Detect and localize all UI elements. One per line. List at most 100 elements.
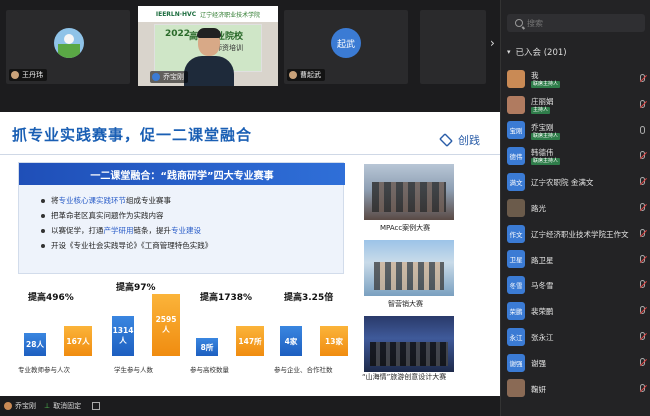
participant-list: 我联席主持人 庄丽娟 主持人 宝刚 乔宝刚 联席主持人 德伟 韩德伟 联席主持人 满文 辽宁农职院 … (501, 66, 650, 401)
pin-icon: ⊥ (44, 402, 51, 410)
title-divider (0, 154, 500, 155)
logo-text: 创践 (458, 134, 480, 147)
mic-icon[interactable] (640, 74, 645, 82)
speaker-banner: IEERLN·HVC 辽宁经济职业技术学院 (138, 6, 278, 22)
mic-icon[interactable] (640, 331, 645, 340)
list-item[interactable]: 冬雪 马冬雪 (501, 272, 650, 298)
shared-screen-slide: 抓专业实践赛事，促一二课堂融合 创践 一二课堂融合：“践商研学”四大专业赛事 将… (0, 112, 500, 396)
bar-after: 2595人 (152, 294, 180, 356)
list-item[interactable]: 卫星 路卫星 (501, 247, 650, 273)
list-item[interactable]: 谢强 谢强 (501, 350, 650, 376)
joined-group-header[interactable]: ▾ 已入会 (201) (507, 46, 567, 58)
mic-icon[interactable] (640, 383, 645, 392)
mic-icon[interactable] (640, 228, 645, 237)
list-item[interactable]: 荣鹏 裴荣鹏 (501, 298, 650, 324)
mic-icon[interactable] (640, 99, 645, 108)
member-controls (640, 280, 645, 289)
person-icon (11, 71, 19, 79)
role-badge: 主持人 (531, 106, 551, 114)
list-item[interactable]: 宝刚 乔宝刚 联席主持人 (501, 118, 650, 144)
chevron-right-icon[interactable]: › (490, 36, 495, 50)
list-item[interactable]: 路光 (501, 195, 650, 221)
mic-icon[interactable] (640, 151, 645, 160)
avatar (507, 95, 525, 114)
member-controls (640, 99, 645, 108)
member-name: 乔宝刚 (531, 122, 554, 132)
bullet-highlight: 专业核心课实践环节 (58, 196, 127, 205)
stat-caption: 学生参与人数 (114, 366, 153, 374)
avatar: 起武 (331, 28, 361, 58)
photo-marketing (364, 240, 454, 296)
avatar (507, 69, 525, 88)
search-box[interactable] (507, 14, 645, 32)
layout-toggle-button[interactable] (92, 400, 100, 412)
participants-panel: ▾ 已入会 (201) 我联席主持人庄丽娟主持人宝刚乔宝刚联席主持人德伟韩德伟联… (500, 0, 650, 416)
bullet-highlight: 专业建设 (171, 226, 201, 235)
bar-after: 167人 (64, 326, 92, 356)
layout-icon (92, 402, 100, 410)
stat-label: 提高3.25倍 (284, 293, 334, 303)
member-name: 我 (531, 71, 539, 80)
bullet-text: 以赛促学，打通 (51, 226, 104, 235)
avatar: 卫星 (507, 250, 525, 269)
list-item[interactable]: 我联席主持人 (501, 66, 650, 92)
bullet-icon (41, 243, 45, 248)
member-controls (640, 228, 645, 237)
mic-icon[interactable] (640, 125, 645, 134)
list-item[interactable]: 作文 辽宁经济职业技术学院王作文 (501, 221, 650, 247)
mic-icon[interactable] (640, 177, 645, 186)
avatar: 永江 (507, 327, 525, 346)
member-controls (640, 331, 645, 340)
list-item: 以赛促学，打通产学研用链条，提升专业建设 (41, 223, 212, 238)
banner-logo-text: IEERLN·HVC (155, 10, 197, 18)
mic-icon[interactable] (640, 254, 645, 263)
role-badge: 联席主持人 (531, 132, 561, 140)
member-controls (640, 74, 645, 82)
stat-caption: 参与企业、合作社数 (274, 366, 333, 374)
bullet-highlight: 产学研用 (103, 226, 134, 235)
member-name: 辽宁农职院 金满文 (531, 178, 594, 188)
bullet-icon (41, 228, 45, 233)
member-name: 鞠妍 (531, 384, 546, 394)
member-name: 韩德伟 (531, 148, 554, 158)
tile-name-tag: 乔宝刚 (150, 71, 188, 83)
speaker-person (184, 28, 234, 86)
active-speaker-video[interactable]: IEERLN·HVC 辽宁经济职业技术学院 2022 高等职业院校 师资培训 乔… (138, 6, 278, 86)
video-tile[interactable]: 王丹玮 (6, 10, 130, 84)
mic-icon[interactable] (640, 357, 645, 366)
logo-mark-icon (439, 133, 453, 147)
member-name: 裴荣鹏 (531, 307, 554, 317)
list-item[interactable]: 庄丽娟 主持人 (501, 92, 650, 118)
video-strip: 王丹玮 IEERLN·HVC 辽宁经济职业技术学院 2022 高等职业院校 师资… (0, 0, 500, 92)
mic-icon[interactable] (640, 280, 645, 289)
group-label: 已入会 (201) (515, 48, 567, 58)
video-tile[interactable]: 起武 曹起武 (284, 10, 408, 84)
stat-caption: 专业教师参与人次 (18, 366, 70, 374)
video-tile[interactable] (420, 10, 486, 84)
mic-icon[interactable] (640, 306, 645, 315)
info-box: 一二课堂融合：“践商研学”四大专业赛事 将专业核心课实践环节组成专业赛事 把革命… (18, 162, 345, 274)
chevron-down-icon: ▾ (507, 48, 511, 56)
avatar: 荣鹏 (507, 302, 525, 321)
member-name: 辽宁经济职业技术学院王作文 (531, 229, 629, 239)
member-controls (640, 177, 645, 186)
role-badge: 联席主持人 (531, 158, 561, 166)
photo-tourism (364, 316, 454, 372)
avatar (507, 198, 525, 217)
unpin-button[interactable]: ⊥ 取消固定 (44, 400, 81, 412)
search-input[interactable] (527, 18, 637, 28)
photo-caption: MPAcc案例大赛 (380, 224, 431, 232)
list-item[interactable]: 满文 辽宁农职院 金满文 (501, 169, 650, 195)
bullet-text: 将 (51, 196, 59, 205)
bullet-icon (41, 213, 45, 218)
mic-icon[interactable] (640, 202, 645, 211)
bullet-text: 组成专业赛事 (126, 196, 171, 205)
list-item[interactable]: 德伟 韩德伟 联席主持人 (501, 143, 650, 169)
slide-title: 抓专业实践赛事，促一二课堂融合 (12, 126, 253, 144)
unpin-label: 取消固定 (53, 402, 82, 410)
list-item[interactable]: 永江 张永江 (501, 324, 650, 350)
photo-caption: 智营销大赛 (388, 300, 423, 308)
tile-name: 乔宝刚 (163, 73, 184, 81)
search-icon (515, 19, 523, 27)
list-item[interactable]: 鞠妍 (501, 376, 650, 402)
